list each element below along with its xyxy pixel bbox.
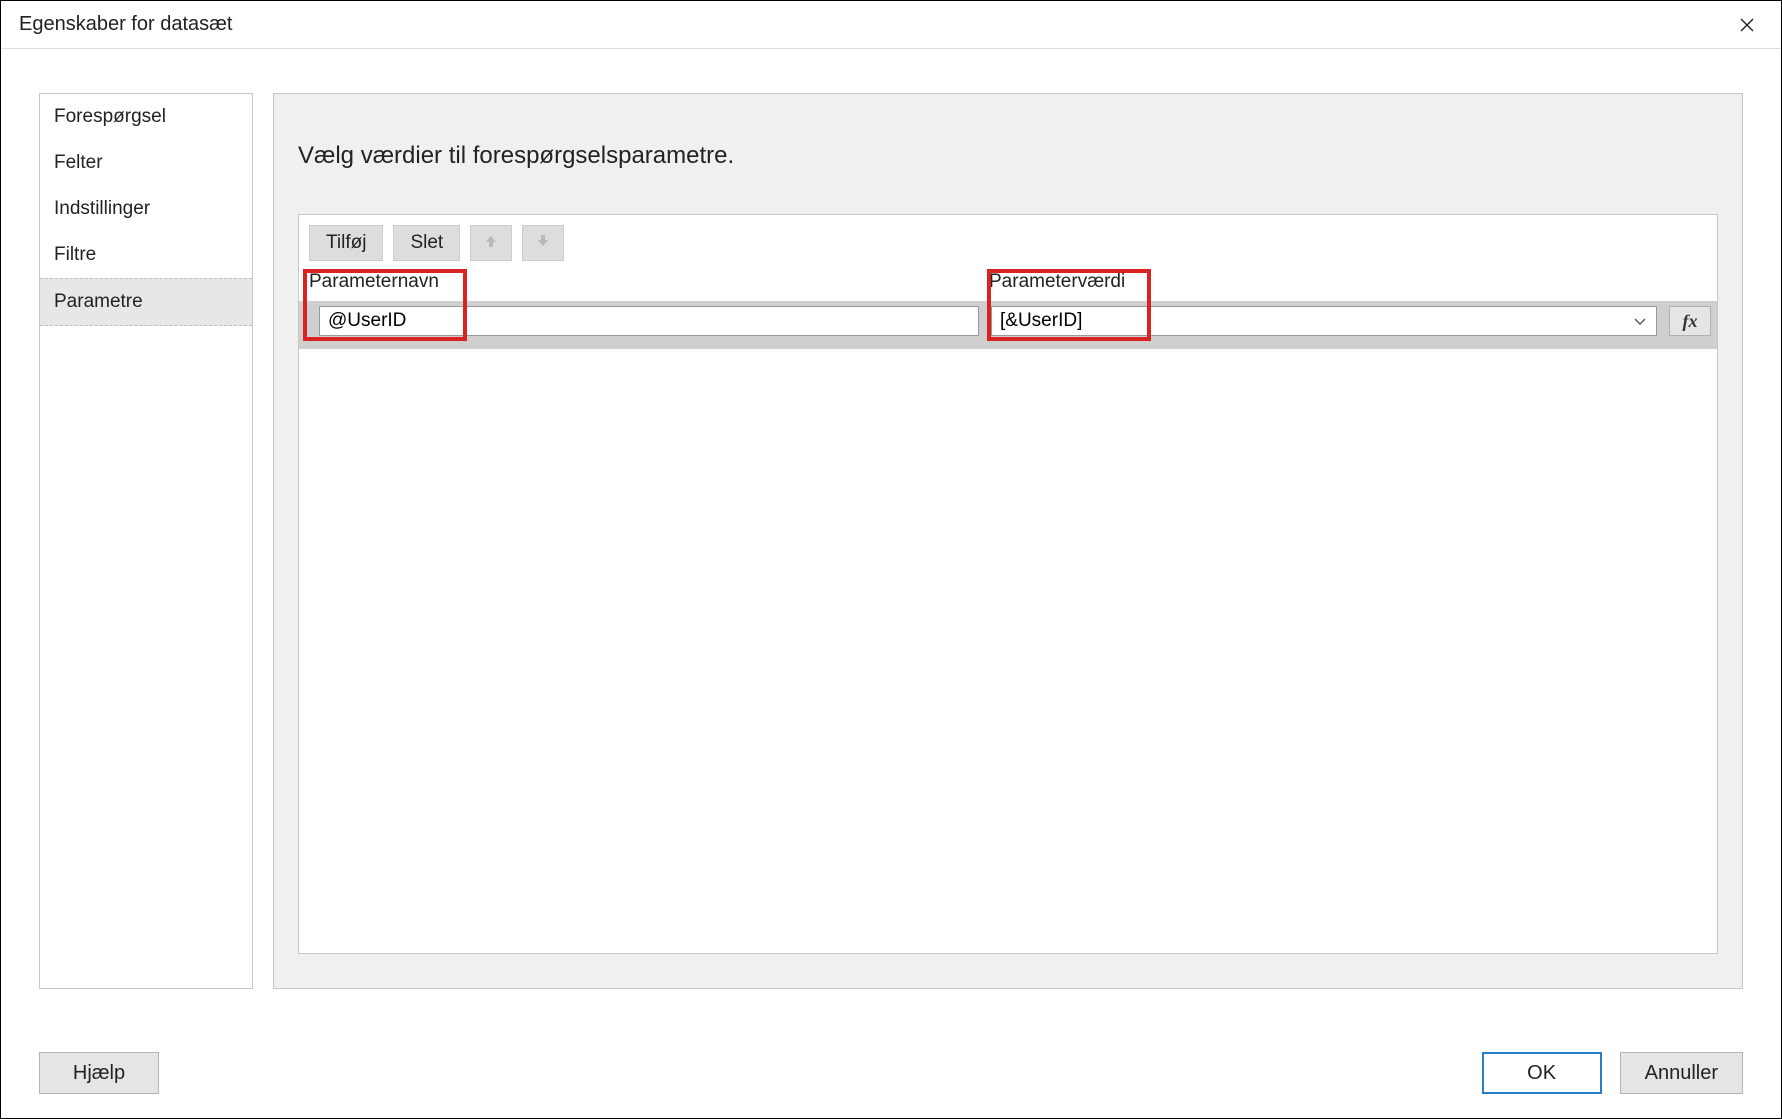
ok-button-label: OK (1527, 1062, 1556, 1085)
sidebar-item-query[interactable]: Forespørgsel (40, 94, 252, 140)
parameter-value-dropdown[interactable]: [&UserID] (991, 306, 1657, 336)
chevron-down-icon (1634, 310, 1646, 332)
row-selector[interactable] (305, 306, 319, 336)
parameter-name-value: @UserID (328, 310, 406, 332)
expression-button[interactable]: fx (1669, 306, 1711, 336)
panel-heading: Vælg værdier til forespørgselsparametre. (274, 94, 1742, 180)
dataset-properties-dialog: Egenskaber for datasæt Forespørgsel Felt… (0, 0, 1782, 1119)
cancel-button[interactable]: Annuller (1620, 1052, 1743, 1094)
sidebar-item-settings[interactable]: Indstillinger (40, 186, 252, 232)
sidebar-item-label: Parametre (54, 291, 143, 312)
titlebar: Egenskaber for datasæt (1, 1, 1781, 49)
column-header-name: Parameternavn (299, 269, 979, 301)
dialog-body: Forespørgsel Felter Indstillinger Filtre… (1, 49, 1781, 1028)
move-up-button[interactable] (470, 225, 512, 261)
fx-icon: fx (1683, 311, 1698, 332)
sidebar-item-parameters[interactable]: Parametre (40, 278, 252, 326)
window-title: Egenskaber for datasæt (19, 13, 1727, 36)
parameter-name-input[interactable]: @UserID (319, 306, 979, 336)
close-icon[interactable] (1727, 5, 1767, 45)
help-button[interactable]: Hjælp (39, 1052, 159, 1094)
main-panel: Vælg værdier til forespørgselsparametre.… (273, 93, 1743, 989)
sidebar-item-label: Filtre (54, 244, 96, 265)
add-button-label: Tilføj (326, 232, 366, 254)
sidebar: Forespørgsel Felter Indstillinger Filtre… (39, 93, 253, 989)
grid-toolbar: Tilføj Slet (299, 215, 1717, 269)
sidebar-item-filters[interactable]: Filtre (40, 232, 252, 278)
sidebar-item-fields[interactable]: Felter (40, 140, 252, 186)
ok-button[interactable]: OK (1482, 1052, 1602, 1094)
arrow-up-icon (484, 232, 498, 254)
dialog-footer: Hjælp OK Annuller (1, 1028, 1781, 1118)
delete-button[interactable]: Slet (393, 225, 460, 261)
sidebar-item-label: Felter (54, 152, 103, 173)
parameter-row: @UserID [&UserID] fx (299, 301, 1717, 341)
grid-row-spacer (299, 341, 1717, 349)
sidebar-item-label: Forespørgsel (54, 106, 166, 127)
cancel-button-label: Annuller (1645, 1062, 1718, 1085)
parameter-value-text: [&UserID] (1000, 310, 1082, 332)
help-button-label: Hjælp (73, 1062, 125, 1085)
grid-header-row: Parameternavn Parameterværdi (299, 269, 1717, 301)
move-down-button[interactable] (522, 225, 564, 261)
arrow-down-icon (536, 232, 550, 254)
add-button[interactable]: Tilføj (309, 225, 383, 261)
delete-button-label: Slet (410, 232, 443, 254)
parameters-grid: Tilføj Slet Parametern (298, 214, 1718, 954)
column-header-value: Parameterværdi (979, 269, 1717, 301)
sidebar-item-label: Indstillinger (54, 198, 150, 219)
